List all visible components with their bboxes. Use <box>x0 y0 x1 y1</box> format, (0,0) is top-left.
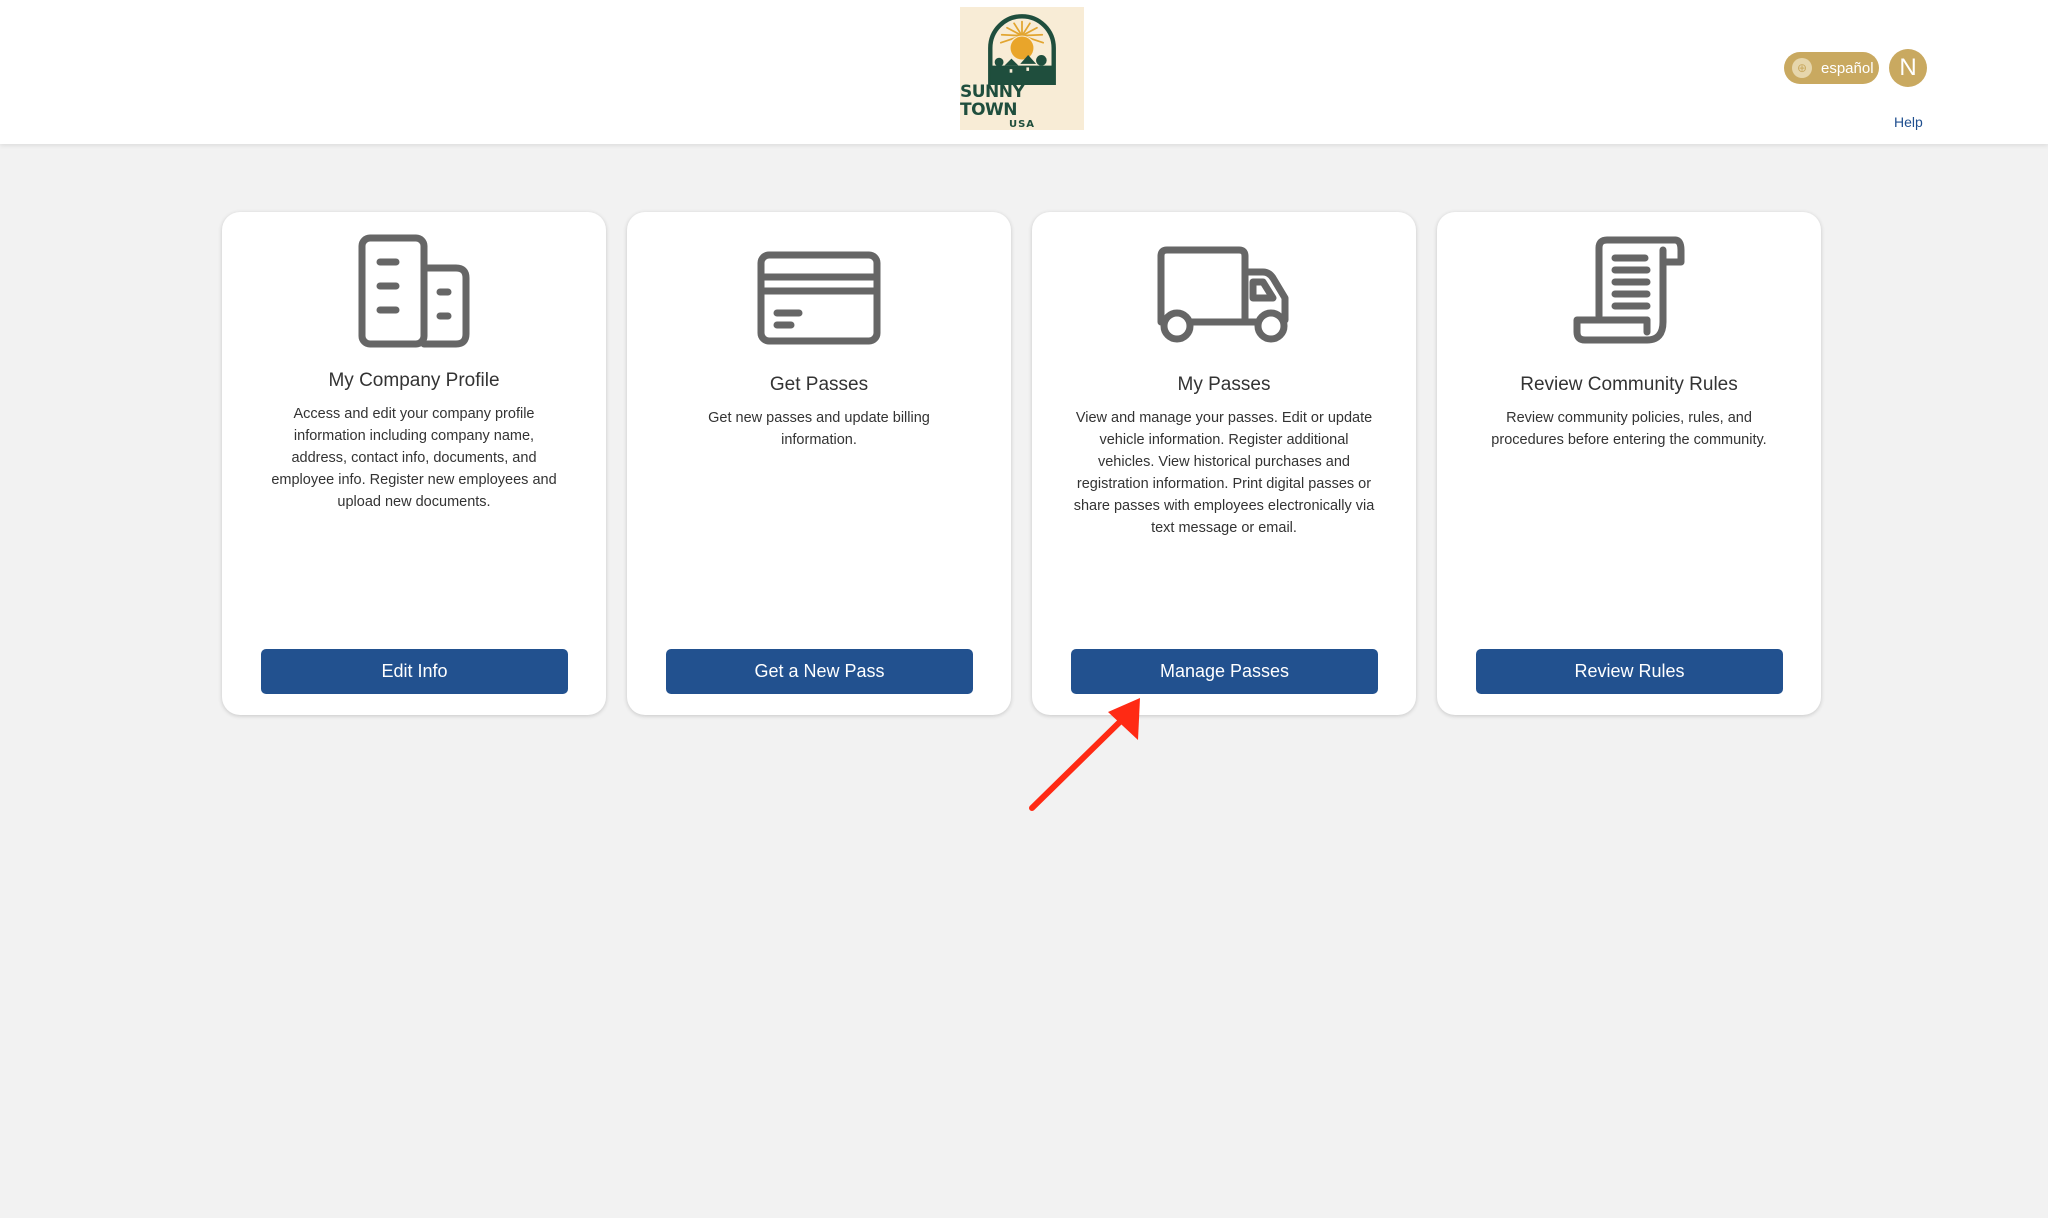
credit-card-icon <box>627 238 1011 358</box>
help-link[interactable]: Help <box>1894 114 1923 130</box>
card-description: View and manage your passes. Edit or upd… <box>1073 410 1375 536</box>
card-title: My Passes <box>1177 374 1271 395</box>
dashboard-cards: My Company Profile Access and edit your … <box>222 212 1821 715</box>
user-avatar[interactable]: N <box>1889 49 1927 87</box>
language-toggle[interactable]: ⊕ español <box>1784 52 1879 84</box>
card-description: Access and edit your company profile inf… <box>271 406 557 510</box>
scroll-icon <box>1437 230 1821 350</box>
card-title: Get Passes <box>769 374 869 395</box>
top-header: SUNNY TOWN USA ⊕ español N Help <box>0 0 2048 144</box>
card-community-rules: Review Community Rules Review community … <box>1437 212 1821 715</box>
language-toggle-label: español <box>1821 59 1874 77</box>
edit-info-button[interactable]: Edit Info <box>261 649 568 694</box>
sun-houses-logo-icon <box>988 14 1056 85</box>
red-annotation-arrow-icon <box>1029 698 1140 811</box>
review-rules-button[interactable]: Review Rules <box>1476 649 1783 694</box>
card-my-passes: My Passes View and manage your passes. E… <box>1032 212 1416 715</box>
card-title: My Company Profile <box>328 370 500 391</box>
truck-icon <box>1032 236 1416 356</box>
card-description: Get new passes and update billing inform… <box>708 410 930 448</box>
card-title: Review Community Rules <box>1520 374 1738 395</box>
logo-subtitle: USA <box>1008 119 1036 130</box>
card-description: Review community policies, rules, and pr… <box>1491 410 1767 448</box>
card-company-profile: My Company Profile Access and edit your … <box>222 212 606 715</box>
card-get-passes: Get Passes Get new passes and update bil… <box>627 212 1011 715</box>
get-new-pass-button[interactable]: Get a New Pass <box>666 649 973 694</box>
globe-icon: ⊕ <box>1792 58 1812 78</box>
logo-title: SUNNY TOWN <box>960 82 1025 120</box>
building-icon <box>222 232 606 352</box>
manage-passes-button[interactable]: Manage Passes <box>1071 649 1378 694</box>
sunny-town-logo[interactable]: SUNNY TOWN USA <box>960 7 1084 130</box>
